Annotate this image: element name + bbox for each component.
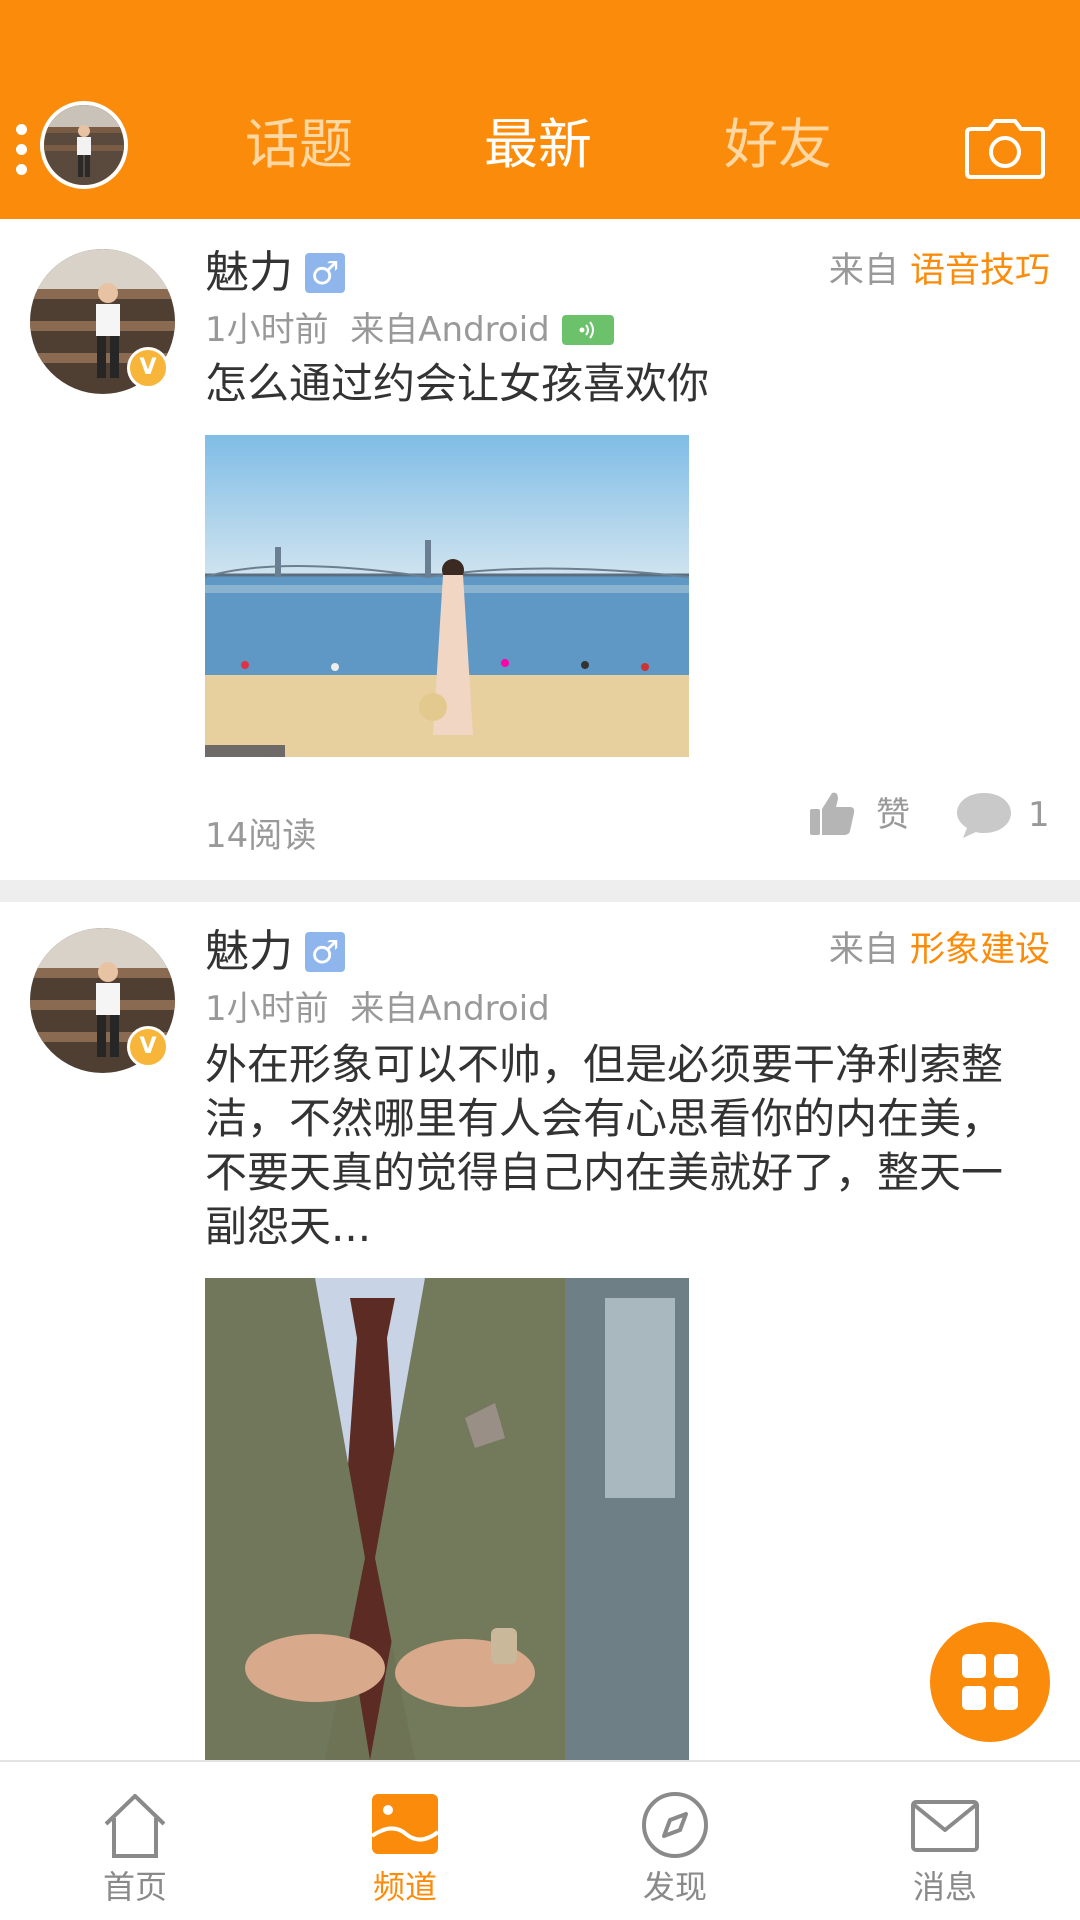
category-link[interactable]: 形象建设 <box>910 930 1050 970</box>
post-source: 来自 语音技巧 <box>829 248 1050 294</box>
like-label[interactable]: 赞 <box>876 793 910 837</box>
source-prefix: 来自 <box>828 930 899 970</box>
beach-photo <box>205 435 689 757</box>
author-name[interactable]: 魅力 <box>205 924 293 980</box>
compass-icon <box>642 1792 708 1858</box>
mail-icon <box>911 1800 979 1852</box>
header-avatar[interactable] <box>40 101 128 189</box>
post-image[interactable] <box>205 435 689 757</box>
nav-item-home[interactable]: 首页 <box>0 1762 270 1920</box>
home-icon <box>104 1794 166 1858</box>
source-prefix: 来自 <box>828 251 899 291</box>
nav-label-channel: 频道 <box>372 1868 437 1906</box>
post-time: 1小时前 <box>205 989 329 1029</box>
tab-friends[interactable]: 好友 <box>724 110 832 180</box>
nav-label-discover: 发现 <box>642 1868 707 1906</box>
nav-label-home: 首页 <box>102 1868 167 1906</box>
post-card[interactable]: V 魅力 ♂ 1小时前 来自Android 来自 形象建设 外在形象可以不帅，但… <box>0 902 1080 1760</box>
menu-dots-icon[interactable] <box>12 124 30 176</box>
bottom-nav: 首页 频道 发现 消息 <box>0 1760 1080 1920</box>
post-text[interactable]: 怎么通过约会让女孩喜欢你 <box>205 357 1035 411</box>
male-gender-icon: ♂ <box>305 253 345 293</box>
nav-item-discover[interactable]: 发现 <box>540 1762 810 1920</box>
channel-icon <box>370 1794 440 1854</box>
post-client: 来自Android <box>350 989 550 1029</box>
male-gender-icon: ♂ <box>305 932 345 972</box>
category-link[interactable]: 语音技巧 <box>910 251 1050 291</box>
post-divider <box>0 880 1080 902</box>
suit-photo <box>205 1278 689 1760</box>
nav-label-messages: 消息 <box>912 1868 977 1906</box>
post-time: 1小时前 <box>205 310 329 350</box>
post-meta: 1小时前 来自Android <box>205 987 550 1031</box>
vip-badge: V <box>127 1026 169 1068</box>
author-name[interactable]: 魅力 <box>205 245 293 301</box>
post-source: 来自 形象建设 <box>829 927 1050 973</box>
comment-count[interactable]: 1 <box>1028 793 1050 837</box>
post-text[interactable]: 外在形象可以不帅，但是必须要干净利索整洁，不然哪里有人会有心思看你的内在美，不要… <box>205 1038 1035 1254</box>
post-card[interactable]: V 魅力 ♂ 1小时前 来自Android 来自 语音技巧 怎么通过约会让女孩喜… <box>0 219 1080 880</box>
tab-latest[interactable]: 最新 <box>484 110 592 180</box>
thumbs-up-icon[interactable] <box>808 789 856 837</box>
post-client: 来自Android <box>350 310 550 350</box>
camera-icon[interactable] <box>965 115 1045 179</box>
avatar-photo <box>44 105 124 185</box>
app-header: 话题 最新 好友 <box>0 0 1080 219</box>
fab-button[interactable] <box>930 1622 1050 1742</box>
voice-icon <box>562 315 614 345</box>
post-meta: 1小时前 来自Android <box>205 308 550 352</box>
post-image[interactable] <box>205 1278 689 1760</box>
read-count: 14阅读 <box>205 816 317 856</box>
tab-topic[interactable]: 话题 <box>245 110 353 180</box>
comment-icon[interactable] <box>955 790 1013 840</box>
grid-icon <box>962 1654 1018 1710</box>
nav-item-messages[interactable]: 消息 <box>810 1762 1080 1920</box>
vip-badge: V <box>127 347 169 389</box>
nav-item-channel[interactable]: 频道 <box>270 1762 540 1920</box>
